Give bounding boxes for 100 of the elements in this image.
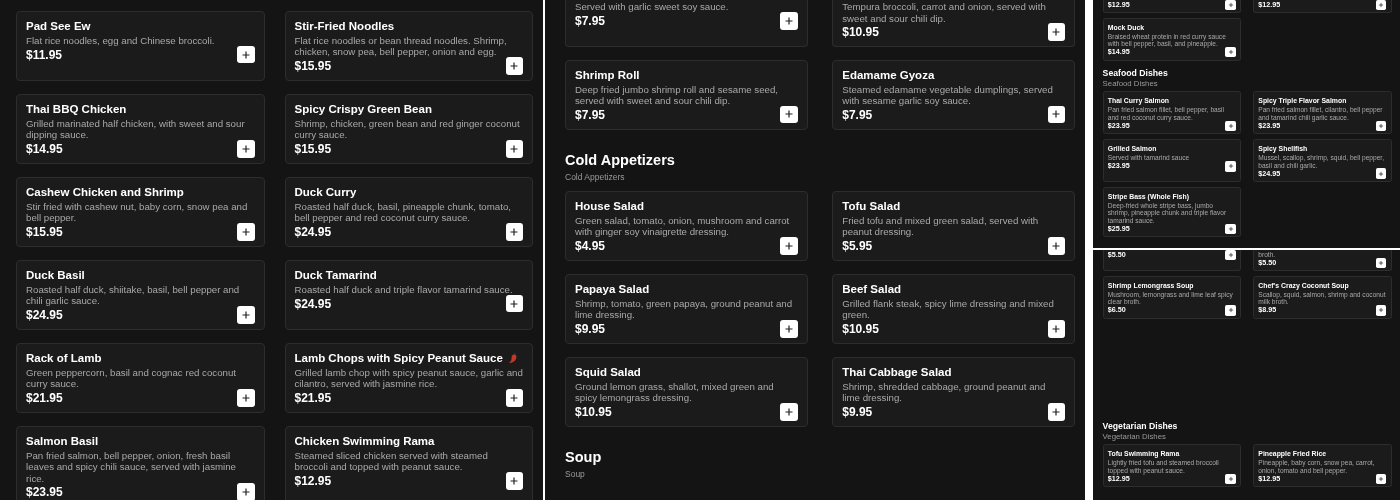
item-price: $7.95 bbox=[842, 107, 873, 123]
item-name: Squid Salad bbox=[575, 365, 641, 380]
plus-icon bbox=[1378, 260, 1385, 267]
item-price: $24.95 bbox=[294, 225, 332, 240]
item-name: Edamame Gyoza bbox=[842, 68, 935, 83]
add-button[interactable] bbox=[237, 45, 255, 64]
plus-icon bbox=[509, 298, 520, 309]
item-name: Chicken Swimming Rama bbox=[294, 435, 435, 449]
item-name: Duck Basil bbox=[26, 269, 85, 283]
add-button[interactable] bbox=[505, 223, 523, 241]
add-button[interactable] bbox=[1225, 223, 1236, 235]
item-price: $10.95 bbox=[842, 25, 879, 40]
add-button[interactable] bbox=[237, 140, 255, 158]
item-name: Thai Cabbage Salad bbox=[842, 365, 952, 380]
item-name: Pad See Ew bbox=[26, 20, 91, 34]
add-button[interactable] bbox=[505, 140, 523, 158]
plus-icon bbox=[240, 49, 251, 60]
item-description: Served with garlic sweet soy sauce. bbox=[575, 1, 730, 13]
add-button[interactable] bbox=[1225, 0, 1236, 11]
item-description: Shrimp, tomato, green papaya, ground peanut and lime dressing. bbox=[575, 298, 794, 321]
plus-icon bbox=[240, 486, 251, 497]
item-price: $24.95 bbox=[294, 296, 332, 312]
plus-icon bbox=[1227, 1, 1234, 8]
plus-icon bbox=[784, 15, 794, 26]
item-description: Roasted half duck, basil, pineapple chunk, tomato, bell pepper and red coconut curry sauce. bbox=[294, 201, 512, 224]
item-description: Roasted half duck, shiitake, basil, bell pepper and chili garlic sauce. bbox=[26, 284, 241, 307]
plus-icon bbox=[509, 392, 520, 403]
add-button[interactable] bbox=[505, 472, 523, 490]
plus-icon bbox=[1227, 251, 1234, 258]
plus-icon bbox=[784, 323, 794, 334]
item-price: $7.95 bbox=[575, 107, 606, 123]
item-price: $10.95 bbox=[575, 405, 612, 420]
item-description: Roasted half duck and triple flavor tamarind sauce. bbox=[294, 284, 514, 296]
add-button[interactable] bbox=[780, 105, 798, 124]
item-price: $11.95 bbox=[26, 47, 63, 63]
plus-icon bbox=[1378, 170, 1385, 177]
item-price: $5.95 bbox=[842, 239, 873, 254]
item-name: Stir-Fried Noodles bbox=[294, 20, 395, 34]
plus-icon bbox=[240, 226, 251, 237]
add-button[interactable] bbox=[1375, 120, 1387, 132]
add-button[interactable] bbox=[1047, 237, 1065, 255]
plus-icon bbox=[1051, 240, 1062, 251]
add-button[interactable] bbox=[1375, 168, 1387, 179]
item-name: Duck Tamarind bbox=[294, 269, 377, 283]
add-button[interactable] bbox=[1047, 403, 1065, 421]
plus-icon bbox=[784, 240, 794, 251]
item-name: Rack of Lamb bbox=[26, 352, 102, 366]
add-button[interactable] bbox=[780, 237, 798, 255]
plus-icon bbox=[1378, 1, 1385, 8]
add-button[interactable] bbox=[1375, 257, 1387, 269]
item-price: $21.95 bbox=[294, 391, 332, 406]
item-price: $15.95 bbox=[26, 225, 63, 240]
add-button[interactable] bbox=[1375, 473, 1387, 485]
item-description: Ground lemon grass, shallot, mixed green and spicy lemongrass dressing. bbox=[575, 381, 775, 404]
plus-icon bbox=[1378, 307, 1385, 314]
item-description: Grilled flank steak, spicy lime dressing and mixed green. bbox=[842, 298, 1055, 321]
add-button[interactable] bbox=[237, 389, 255, 407]
section-subtitle: Cold Appetizers bbox=[565, 171, 626, 182]
add-button[interactable] bbox=[1047, 320, 1065, 338]
item-price: $9.95 bbox=[575, 322, 606, 337]
add-button[interactable] bbox=[1225, 47, 1236, 58]
add-button[interactable] bbox=[1225, 250, 1236, 261]
add-button[interactable] bbox=[237, 306, 255, 324]
add-button[interactable] bbox=[1047, 23, 1065, 41]
item-description: Steamed edamame vegetable dumplings, served with sesame garlic soy sauce. bbox=[842, 83, 1054, 107]
item-description: Steamed sliced chicken served with steamed broccoli and topped with peanut sauce. bbox=[294, 450, 489, 473]
add-button[interactable] bbox=[1225, 473, 1236, 485]
item-description: Shrimp, shredded cabbage, ground peanut and lime dressing. bbox=[842, 381, 1047, 404]
item-name: Shrimp Roll bbox=[575, 68, 640, 83]
item-description: Flat rice noodles, egg and Chinese broccoli. bbox=[26, 35, 216, 47]
plus-icon bbox=[1227, 307, 1234, 314]
add-button[interactable] bbox=[780, 12, 798, 30]
item-name: Tofu Salad bbox=[842, 199, 901, 214]
item-price: $15.95 bbox=[294, 59, 332, 74]
plus-icon bbox=[1051, 109, 1062, 120]
add-button[interactable] bbox=[780, 320, 798, 338]
add-button[interactable] bbox=[505, 57, 523, 75]
item-description: Pan fried salmon, bell pepper, onion, fresh basil leaves and spicy chili sauce, served with jasmine rice. bbox=[26, 450, 237, 484]
add-button[interactable] bbox=[780, 403, 798, 421]
add-button[interactable] bbox=[237, 223, 255, 241]
item-price: $24.95 bbox=[26, 308, 63, 323]
item-name: Thai BBQ Chicken bbox=[26, 103, 127, 117]
add-button[interactable] bbox=[505, 389, 523, 407]
plus-icon bbox=[1051, 27, 1062, 37]
item-name: Lamb Chops with Spicy Peanut Sauce bbox=[294, 352, 503, 366]
item-description: Grilled marinated half chicken, with sweet and sour dipping sauce. bbox=[26, 118, 246, 141]
item-price: $15.95 bbox=[294, 142, 332, 157]
item-description: Flat rice noodles or bean thread noodles. Shrimp, chicken, snow pea, bell pepper, onion and egg. bbox=[294, 35, 508, 58]
item-description: Green peppercorn, basil and cognac red coconut curry sauce. bbox=[26, 367, 238, 390]
item-price: $10.95 bbox=[842, 322, 879, 337]
add-button[interactable] bbox=[1225, 120, 1236, 132]
item-description: Deep fried jumbo shrimp roll and sesame seed, served with sweet and sour chili dip. bbox=[575, 83, 779, 107]
item-description: Tempura broccoli, carrot and onion, served with sweet and sour chili dip. bbox=[842, 1, 1047, 24]
item-price: $4.95 bbox=[575, 239, 606, 254]
add-button[interactable] bbox=[505, 294, 523, 313]
plus-icon bbox=[1227, 49, 1234, 56]
add-button[interactable] bbox=[1375, 305, 1387, 316]
add-button[interactable] bbox=[1375, 0, 1387, 11]
plus-icon bbox=[240, 392, 251, 403]
add-button[interactable] bbox=[1047, 105, 1065, 124]
